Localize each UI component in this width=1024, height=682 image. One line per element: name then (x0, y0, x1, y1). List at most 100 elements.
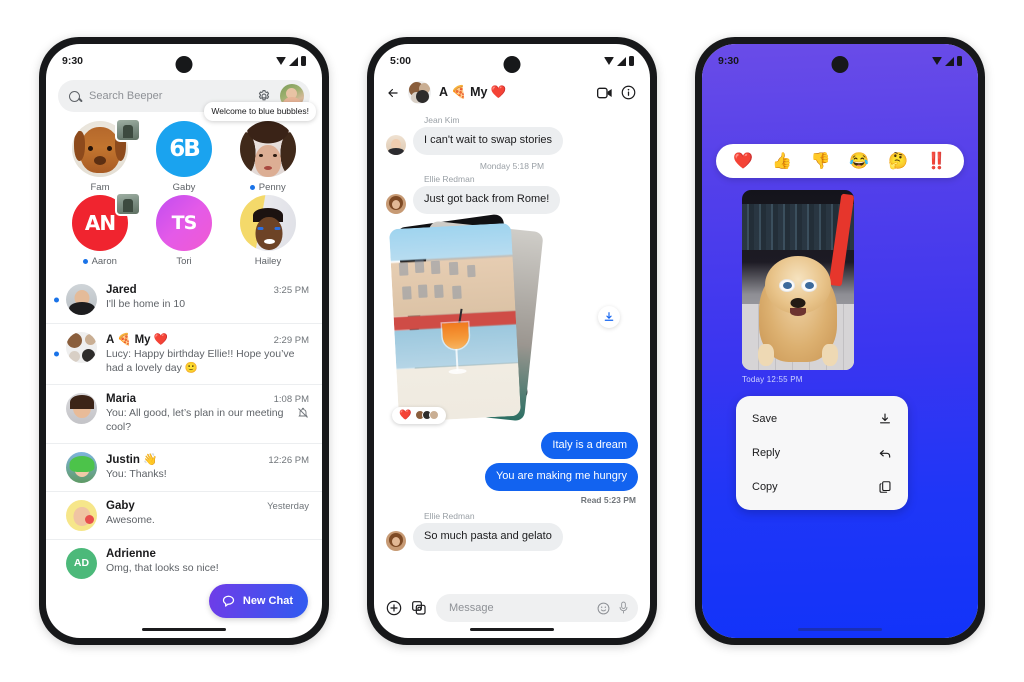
home-indicator (470, 628, 554, 631)
story-badge-icon (115, 118, 141, 142)
stories-grid: Fam 6B Gaby Welcome to blue bubbles! Pen… (46, 102, 322, 270)
message-bubble[interactable]: So much pasta and gelato (413, 523, 563, 551)
reaction-exclamation-icon[interactable]: ‼️ (927, 151, 947, 171)
menu-label: Copy (752, 481, 778, 493)
message-timestamp: Monday 5:18 PM (479, 160, 545, 171)
message-outgoing[interactable]: Italy is a dream (386, 431, 638, 460)
message-sender: Ellie Redman (424, 173, 475, 184)
story-hailey[interactable]: Hailey (226, 195, 310, 267)
status-time: 9:30 (718, 55, 740, 67)
reaction-heart-icon[interactable]: ❤️ (733, 151, 753, 171)
home-indicator (142, 628, 226, 631)
conversation-title[interactable]: A 🍕 My ❤️ (439, 85, 589, 100)
dog-photo-message[interactable] (742, 190, 854, 370)
reaction-laughing-icon[interactable]: 😂 (849, 151, 869, 171)
chat-row-jared[interactable]: Jared 3:25 PM I'll be home in 10 (46, 276, 322, 323)
chat-bubble-icon (222, 595, 234, 607)
new-chat-label: New Chat (242, 595, 293, 607)
message-bubble[interactable]: Italy is a dream (541, 431, 638, 460)
avatar (386, 530, 406, 551)
chat-preview: I'll be home in 10 (106, 298, 186, 310)
chat-preview: You: All good, let’s plan in our meeting… (106, 406, 284, 434)
unread-dot (83, 259, 89, 264)
emoji-icon[interactable] (597, 602, 610, 615)
battery-icon (629, 56, 634, 66)
message-incoming[interactable]: Just got back from Rome! (386, 185, 638, 214)
camera-notch (175, 56, 193, 73)
chat-time: 2:29 PM (273, 335, 309, 346)
chat-row-gaby[interactable]: Gaby Yesterday Awesome. (46, 490, 322, 539)
avatar (66, 392, 97, 424)
message-incoming[interactable]: So much pasta and gelato (386, 523, 638, 551)
download-icon (604, 311, 614, 321)
conversation-avatar[interactable] (408, 81, 431, 104)
message-bubble[interactable]: I can't wait to swap stories (413, 127, 564, 155)
aperol-spritz (442, 321, 470, 349)
avatar (386, 134, 406, 155)
avatar (66, 332, 97, 363)
home-indicator (798, 628, 882, 631)
photo-stack-message[interactable]: ❤️ (386, 212, 638, 426)
three-phone-mockup: 9:30 Search Beeper Fam 6B Gaby Welcome t… (0, 0, 1024, 682)
gear-icon[interactable] (257, 89, 271, 103)
message-placeholder[interactable]: Message (449, 602, 589, 614)
menu-item-reply[interactable]: Reply (736, 436, 908, 470)
welcome-tooltip: Welcome to blue bubbles! (204, 102, 316, 121)
message-bubble[interactable]: Just got back from Rome! (413, 185, 561, 214)
heart-reaction-icon: ❤️ (399, 409, 412, 421)
menu-item-save[interactable]: Save (736, 402, 908, 436)
chat-preview: You: Thanks! (106, 467, 167, 480)
message-bubble[interactable]: You are making me hungry (484, 463, 638, 491)
search-input[interactable]: Search Beeper (89, 90, 248, 102)
story-label: Hailey (254, 256, 282, 267)
reaction-thumbs-up-icon[interactable]: 👍 (772, 151, 792, 171)
chat-name: A 🍕 My ❤️ (106, 334, 169, 346)
phone-3-reaction-menu: 9:30 ❤️ 👍 👎 😂 🤔 ‼️ Today 12:55 PM Save R… (695, 37, 985, 645)
story-tori[interactable]: TS Tori (142, 195, 226, 267)
chat-name: Gaby (106, 499, 135, 512)
video-call-icon[interactable] (597, 87, 613, 99)
signal-icon (289, 56, 298, 66)
story-aaron[interactable]: AN Aaron (58, 192, 142, 267)
avatar (386, 193, 406, 214)
chat-name: Justin 👋 (106, 453, 158, 466)
wifi-icon (276, 57, 286, 65)
story-gaby[interactable]: 6B Gaby (142, 121, 226, 193)
chat-row-group[interactable]: A 🍕 My ❤️ 2:29 PM Lucy: Happy birthday E… (46, 323, 322, 384)
back-arrow-icon[interactable] (386, 86, 400, 100)
story-label: Fam (90, 182, 110, 193)
download-button[interactable] (598, 305, 620, 328)
microphone-icon[interactable] (618, 601, 629, 615)
story-fam[interactable]: Fam (58, 118, 142, 193)
photo-reaction-pill[interactable]: ❤️ (392, 406, 447, 424)
menu-label: Save (752, 413, 778, 425)
message-outgoing[interactable]: You are making me hungry (386, 463, 638, 491)
chat-time: 3:25 PM (273, 285, 309, 296)
wifi-icon (932, 57, 942, 65)
chat-row-maria[interactable]: Maria 1:08 PM You: All good, let’s plan … (46, 383, 322, 443)
chat-row-justin[interactable]: Justin 👋 12:26 PM You: Thanks! (46, 442, 322, 491)
photo-stack-front[interactable] (389, 222, 521, 422)
info-icon[interactable] (621, 85, 636, 100)
bell-off-icon (298, 407, 308, 418)
context-menu: Save Reply Copy (736, 396, 908, 510)
chat-time: 12:26 PM (268, 454, 309, 466)
new-chat-button[interactable]: New Chat (208, 584, 308, 618)
unread-dot (250, 185, 256, 190)
plus-icon[interactable] (386, 600, 402, 616)
menu-item-copy[interactable]: Copy (736, 470, 908, 504)
story-label: Tori (176, 256, 192, 267)
message-incoming[interactable]: I can't wait to swap stories (386, 127, 638, 155)
copy-icon (879, 481, 891, 493)
story-label: Penny (258, 182, 286, 193)
message-input[interactable]: Message (436, 594, 638, 622)
signal-icon (617, 56, 626, 66)
gallery-icon[interactable] (411, 600, 427, 616)
story-label: Aaron (91, 256, 117, 267)
reaction-thumbs-down-icon[interactable]: 👎 (811, 151, 831, 171)
chat-row-adrienne[interactable]: AD Adrienne Omg, that looks so nice! (46, 538, 322, 587)
reaction-thinking-icon[interactable]: 🤔 (888, 151, 908, 171)
story-penny[interactable]: Welcome to blue bubbles! Penny (204, 102, 316, 193)
avatar (66, 499, 97, 531)
phone-1-chat-list: 9:30 Search Beeper Fam 6B Gaby Welcome t… (39, 37, 329, 645)
